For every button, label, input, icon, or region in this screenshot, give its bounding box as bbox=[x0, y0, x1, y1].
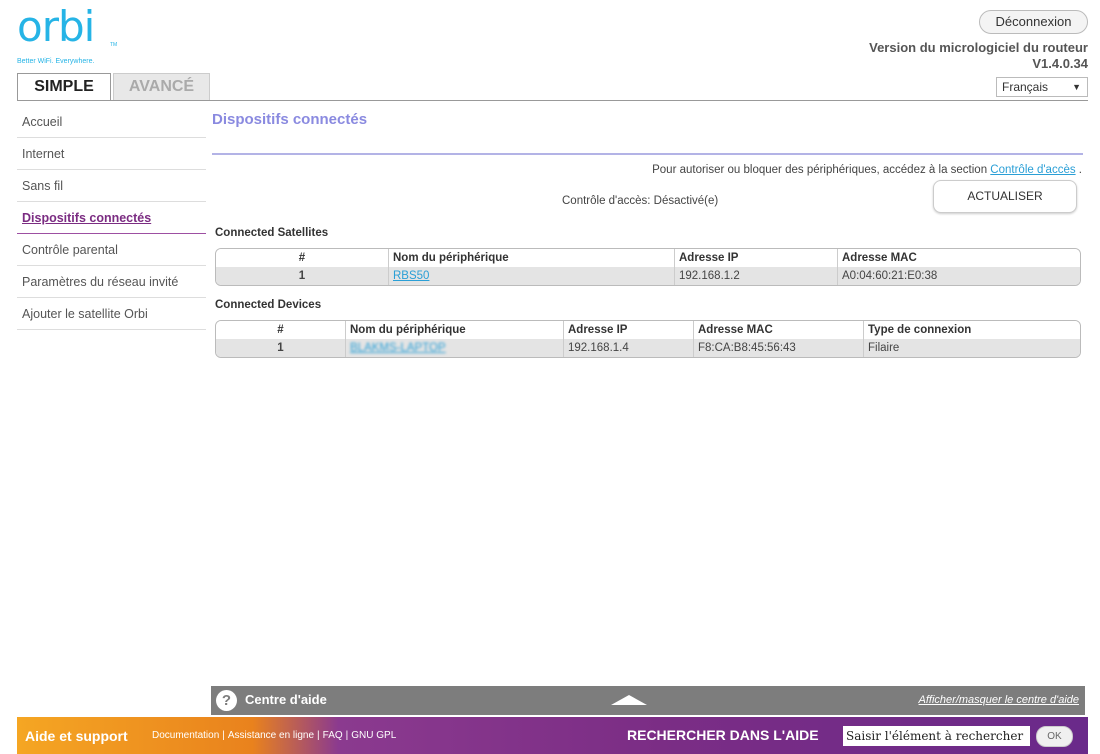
logo-tagline: Better WiFi. Everywhere. bbox=[17, 58, 95, 65]
column-header: Nom du périphérique bbox=[346, 321, 564, 339]
refresh-button[interactable]: ACTUALISER bbox=[933, 180, 1077, 213]
table-row: 1 RBS50 192.168.1.2 A0:04:60:21:E0:38 bbox=[216, 267, 1080, 285]
access-note-end: . bbox=[1078, 164, 1082, 176]
devices-section-label: Connected Devices bbox=[215, 299, 322, 311]
gnu-gpl-link[interactable]: GNU GPL bbox=[351, 730, 396, 741]
column-header: Adresse IP bbox=[675, 249, 838, 267]
help-center-title: Centre d'aide bbox=[245, 692, 327, 707]
access-control-link[interactable]: Contrôle d'accès bbox=[990, 164, 1075, 176]
help-search-input[interactable]: Saisir l'élément à rechercher bbox=[843, 726, 1030, 746]
orbi-logo: orbi TM Better WiFi. Everywhere. bbox=[17, 2, 118, 68]
sidebar-item-controle-parental[interactable]: Contrôle parental bbox=[17, 234, 206, 266]
connection-type: Filaire bbox=[868, 342, 900, 354]
column-header: Type de connexion bbox=[868, 324, 972, 336]
column-header: Adresse MAC bbox=[694, 321, 864, 339]
help-center-bar: ? Centre d'aide Afficher/masquer le cent… bbox=[211, 686, 1085, 715]
firmware-title: Version du micrologiciel du routeur bbox=[869, 40, 1088, 55]
devices-table: # Nom du périphérique Adresse IP Adresse… bbox=[215, 320, 1081, 358]
satellites-section-label: Connected Satellites bbox=[215, 227, 329, 239]
faq-link[interactable]: FAQ bbox=[323, 730, 343, 741]
sidebar-item-reseau-invite[interactable]: Paramètres du réseau invité bbox=[17, 266, 206, 298]
table-header-row: # Nom du périphérique Adresse IP Adresse… bbox=[216, 249, 1080, 267]
sidebar-item-ajouter-satellite[interactable]: Ajouter le satellite Orbi bbox=[17, 298, 206, 330]
row-index: 1 bbox=[216, 267, 389, 285]
help-search-label: RECHERCHER DANS L'AIDE bbox=[627, 727, 819, 743]
sidebar-item-accueil[interactable]: Accueil bbox=[17, 106, 206, 138]
title-divider bbox=[212, 153, 1083, 155]
sidebar-item-sans-fil[interactable]: Sans fil bbox=[17, 170, 206, 202]
column-header: Nom du périphérique bbox=[389, 249, 675, 267]
mac-address: A0:04:60:21:E0:38 bbox=[842, 270, 938, 282]
access-control-note: Pour autoriser ou bloquer des périphériq… bbox=[652, 164, 1082, 176]
help-icon: ? bbox=[216, 690, 237, 711]
help-search-ok-button[interactable]: OK bbox=[1036, 726, 1073, 747]
footer-title: Aide et support bbox=[25, 728, 128, 744]
column-header: # bbox=[216, 249, 389, 267]
tab-simple[interactable]: SIMPLE bbox=[17, 73, 111, 101]
sidebar-item-dispositifs-connectes[interactable]: Dispositifs connectés bbox=[17, 202, 206, 234]
tab-divider bbox=[17, 100, 1088, 101]
logo-wordmark: orbi bbox=[17, 2, 95, 51]
chevron-down-icon: ▼ bbox=[1072, 82, 1081, 92]
ip-address: 192.168.1.2 bbox=[675, 267, 838, 285]
footer-links: Documentation | Assistance en ligne | FAQ | GN… bbox=[152, 730, 397, 741]
device-name-link[interactable]: RBS50 bbox=[393, 270, 429, 282]
device-name-link[interactable]: BLAKMS-LAPTOP bbox=[350, 342, 446, 354]
access-control-status: Contrôle d'accès: Désactivé(e) bbox=[562, 195, 719, 207]
ip-address: 192.168.1.4 bbox=[564, 339, 694, 357]
column-header: Adresse IP bbox=[564, 321, 694, 339]
page-title: Dispositifs connectés bbox=[212, 111, 368, 128]
support-footer: Aide et support Documentation | Assistance… bbox=[17, 717, 1088, 754]
access-note-text: Pour autoriser ou bloquer des périphériq… bbox=[652, 164, 988, 176]
table-row: 1 BLAKMS-LAPTOP 192.168.1.4 F8:CA:B8:45:… bbox=[216, 339, 1080, 357]
column-header: # bbox=[216, 321, 346, 339]
mac-address: F8:CA:B8:45:56:43 bbox=[694, 339, 864, 357]
column-header: Adresse MAC bbox=[842, 252, 917, 264]
tab-avance[interactable]: AVANCÉ bbox=[113, 73, 210, 101]
logout-button[interactable]: Déconnexion bbox=[979, 10, 1088, 34]
logo-trademark: TM bbox=[110, 42, 118, 48]
satellites-table: # Nom du périphérique Adresse IP Adresse… bbox=[215, 248, 1081, 286]
sidebar: Accueil Internet Sans fil Dispositifs co… bbox=[17, 106, 206, 330]
firmware-version: V1.4.0.34 bbox=[1032, 56, 1088, 71]
language-select[interactable]: Français ▼ bbox=[996, 77, 1088, 97]
help-toggle-link[interactable]: Afficher/masquer le centre d'aide bbox=[919, 694, 1079, 706]
documentation-link[interactable]: Documentation bbox=[152, 730, 219, 741]
online-support-link[interactable]: Assistance en ligne bbox=[228, 730, 314, 741]
language-value: Français bbox=[1002, 80, 1049, 94]
expand-arrow-icon[interactable] bbox=[611, 695, 647, 705]
table-header-row: # Nom du périphérique Adresse IP Adresse… bbox=[216, 321, 1080, 339]
sidebar-item-internet[interactable]: Internet bbox=[17, 138, 206, 170]
row-index: 1 bbox=[216, 339, 346, 357]
